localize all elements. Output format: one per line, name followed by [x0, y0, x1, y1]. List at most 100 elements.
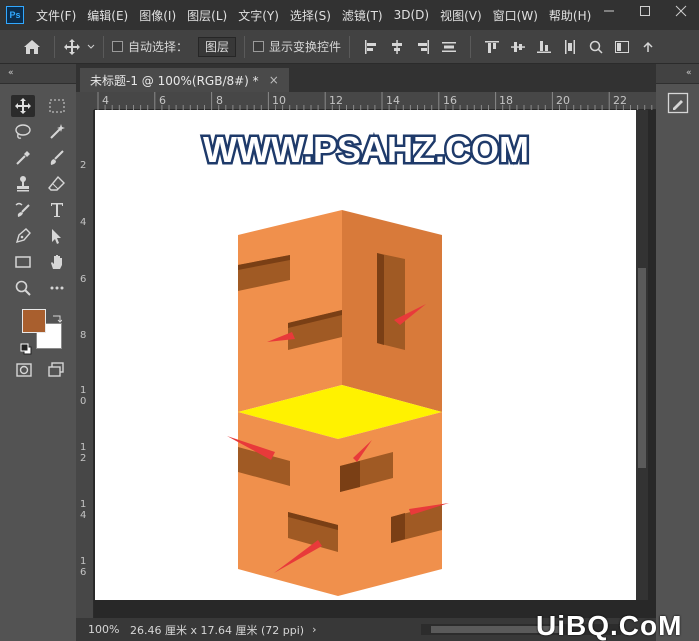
ruler-label: 10 — [272, 94, 286, 107]
ruler-ticks — [97, 92, 653, 110]
options-bar: 自动选择： 图层 显示变换控件 — [0, 30, 699, 64]
stamp-tool-icon[interactable] — [11, 173, 35, 195]
eraser-tool-icon[interactable] — [45, 173, 69, 195]
move-tool-preset-icon[interactable] — [63, 38, 95, 56]
lasso-tool-icon[interactable] — [11, 121, 35, 143]
auto-select-checkbox[interactable] — [112, 41, 123, 52]
auto-select-label: 自动选择： — [128, 40, 189, 54]
canvas[interactable]: WWW.PSAHZ.COM — [95, 110, 638, 600]
separator — [103, 35, 104, 58]
default-colors-icon[interactable] — [20, 340, 32, 355]
upper-window-shadow — [377, 253, 384, 345]
quick-mask-icon[interactable] — [12, 359, 36, 381]
workspace-icon[interactable] — [615, 40, 630, 54]
lower-left-face — [238, 412, 338, 596]
align-bottom-icon[interactable] — [537, 40, 552, 54]
align-top-icon[interactable] — [485, 40, 500, 54]
lower-slot-2-shadow — [340, 461, 360, 492]
move-tool-icon[interactable] — [11, 95, 35, 117]
vertical-ruler[interactable]: 2 4 6 8 10 12 14 16 — [76, 110, 94, 621]
window-controls — [591, 0, 699, 22]
ruler-label: 4 — [80, 217, 87, 228]
separator — [470, 35, 472, 58]
marquee-tool-icon[interactable] — [45, 95, 69, 117]
type-tool-icon[interactable] — [45, 199, 69, 221]
menu-file[interactable]: 文件(F) — [36, 7, 76, 24]
menu-window[interactable]: 窗口(W) — [493, 7, 538, 24]
show-transform-label: 显示变换控件 — [269, 40, 342, 54]
menu-image[interactable]: 图像(I) — [139, 7, 176, 24]
align-right-icon[interactable] — [416, 39, 430, 54]
more-tools-icon[interactable] — [45, 277, 69, 299]
menu-view[interactable]: 视图(V) — [440, 7, 482, 24]
ruler-label: 10 — [80, 385, 87, 407]
maximize-icon[interactable] — [627, 0, 663, 22]
status-doc-size: 26.46 厘米 x 17.64 厘米 (72 ppi) — [130, 623, 305, 637]
properties-panel-icon[interactable] — [667, 92, 689, 114]
ruler-label: 4 — [102, 94, 109, 107]
ruler-label: 8 — [80, 330, 87, 341]
menu-type[interactable]: 文字(Y) — [238, 7, 279, 24]
right-panel-collapse[interactable]: « — [656, 64, 699, 84]
document-tab-title: 未标题-1 @ 100%(RGB/8#) * — [90, 73, 259, 88]
hand-tool-icon[interactable] — [45, 251, 69, 273]
auto-select-dropdown[interactable]: 图层 — [198, 36, 237, 57]
ruler-label: 12 — [329, 94, 343, 107]
menu-filter[interactable]: 滤镜(T) — [342, 7, 383, 24]
foreground-color-swatch[interactable] — [22, 309, 46, 333]
ruler-label: 14 — [80, 499, 87, 521]
vertical-scroll-thumb[interactable] — [638, 268, 646, 468]
screen-mode-icon[interactable] — [44, 359, 68, 381]
lower-block — [238, 412, 442, 596]
menu-layer[interactable]: 图层(L) — [187, 7, 227, 24]
brush-tool-icon[interactable] — [45, 147, 69, 169]
menu-3d[interactable]: 3D(D) — [394, 8, 429, 22]
show-transform-checkbox[interactable] — [253, 41, 265, 52]
status-zoom[interactable]: 100% — [76, 623, 130, 636]
swap-colors-icon[interactable] — [52, 308, 63, 323]
right-panel-dock: « — [656, 64, 699, 641]
ps-logo: Ps — [6, 6, 24, 24]
horizontal-ruler[interactable]: 4 6 8 10 12 14 16 18 20 22 — [94, 92, 656, 110]
home-icon[interactable] — [18, 35, 46, 59]
history-brush-icon[interactable] — [11, 199, 35, 221]
menu-bar: Ps 文件(F) 编辑(E) 图像(I) 图层(L) 文字(Y) 选择(S) 滤… — [0, 0, 699, 30]
zoom-tool-icon[interactable] — [11, 277, 35, 299]
close-tab-icon[interactable]: × — [269, 73, 279, 87]
align-center-icon[interactable] — [390, 39, 404, 54]
share-icon[interactable] — [641, 40, 655, 54]
upper-left-face — [238, 210, 342, 412]
pen-tool-icon[interactable] — [11, 225, 35, 247]
align-left-icon[interactable] — [364, 39, 378, 54]
menu-help[interactable]: 帮助(H) — [549, 7, 591, 24]
ruler-label: 2 — [80, 160, 87, 171]
separator — [244, 35, 246, 58]
separator — [54, 35, 55, 58]
ruler-label: 16 — [443, 94, 457, 107]
minimize-icon[interactable] — [591, 0, 627, 22]
eyedropper-icon[interactable] — [11, 147, 35, 169]
close-icon[interactable] — [663, 0, 699, 22]
distribute-icon[interactable] — [563, 39, 577, 54]
lower-slot-4-shadow — [391, 513, 405, 543]
ruler-label: 18 — [499, 94, 513, 107]
artwork: WWW.PSAHZ.COM — [201, 127, 531, 596]
menu-select[interactable]: 选择(S) — [290, 7, 331, 24]
ruler-corner — [76, 92, 94, 110]
status-menu-arrow[interactable]: › — [312, 623, 316, 636]
canvas-title-text: WWW.PSAHZ.COM — [203, 129, 529, 170]
tools-panel-collapse[interactable]: « — [0, 64, 76, 84]
distribute-vertical-icon[interactable] — [442, 40, 457, 54]
rectangle-tool-icon[interactable] — [11, 251, 35, 273]
menu-edit[interactable]: 编辑(E) — [87, 7, 128, 24]
separator — [349, 35, 351, 58]
ruler-label: 8 — [216, 94, 223, 107]
document-tab[interactable]: 未标题-1 @ 100%(RGB/8#) * × — [80, 68, 289, 92]
auto-select-value: 图层 — [205, 40, 230, 54]
align-middle-icon[interactable] — [511, 40, 526, 54]
vertical-scrollbar[interactable] — [636, 110, 648, 600]
watermark: UiBQ.CoM — [536, 610, 683, 641]
path-select-icon[interactable] — [45, 225, 69, 247]
magic-wand-icon[interactable] — [45, 121, 69, 143]
search-icon[interactable] — [589, 40, 603, 54]
